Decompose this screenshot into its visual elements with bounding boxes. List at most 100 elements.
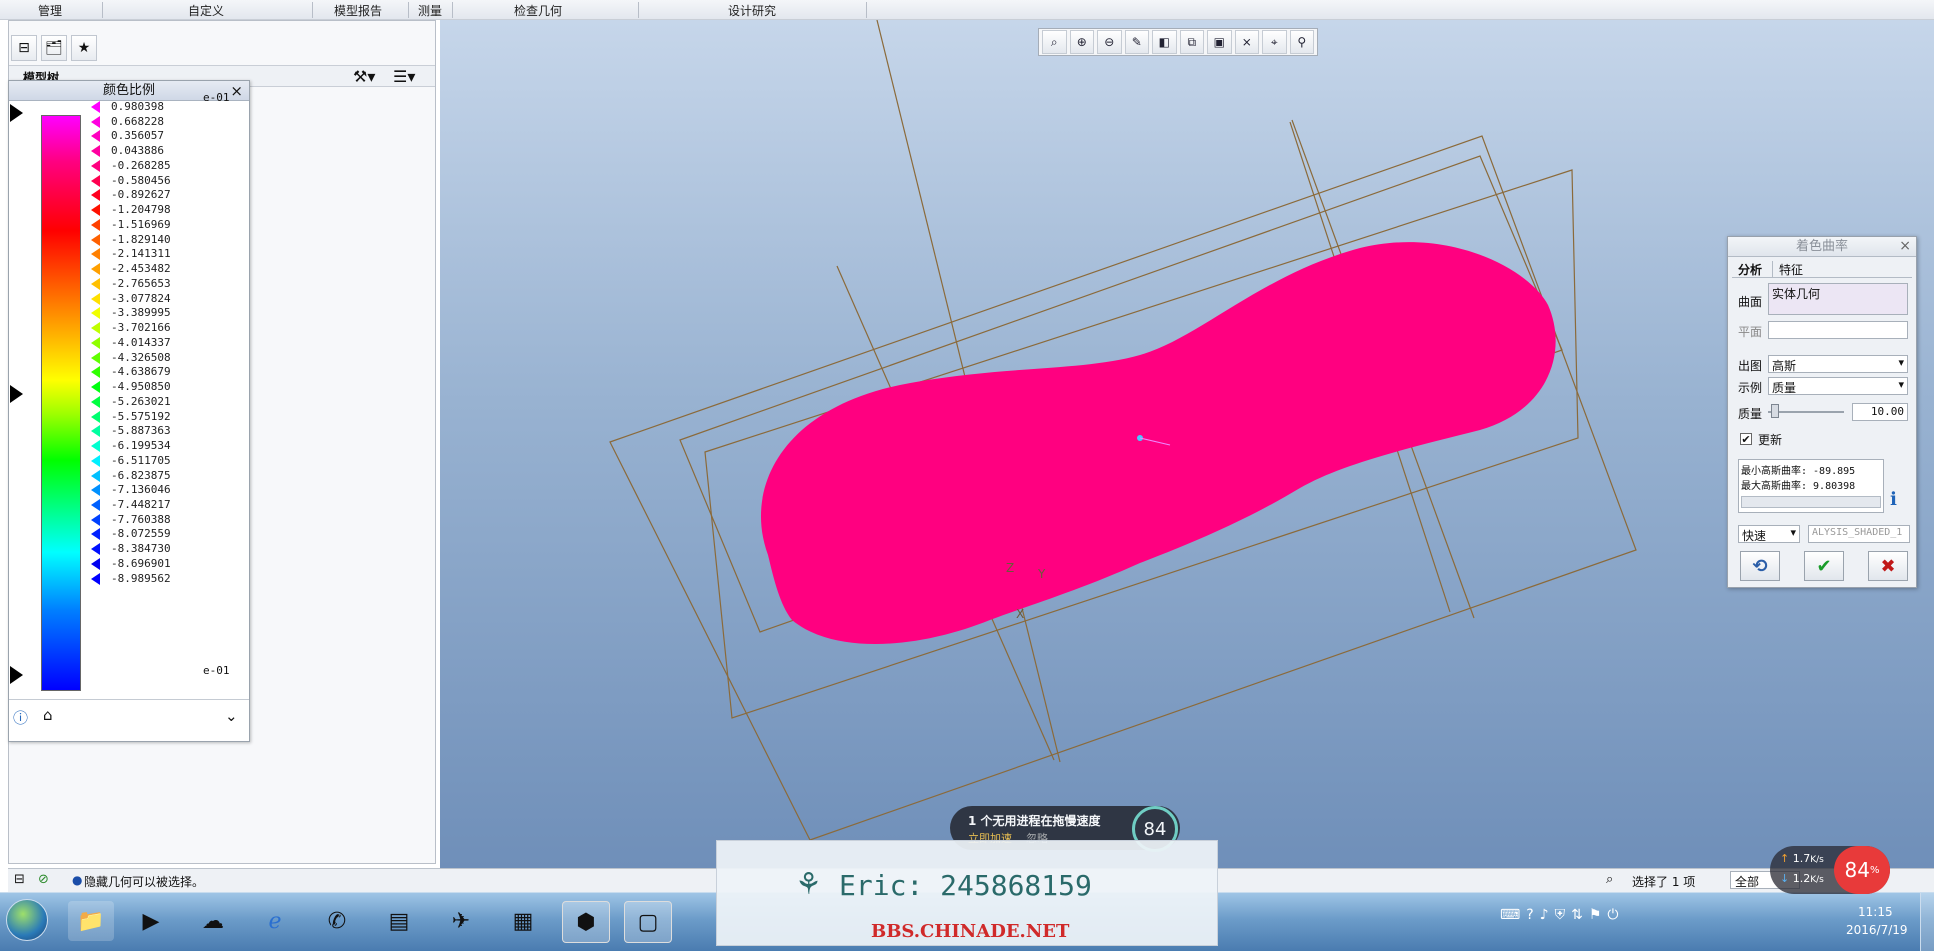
color-scale-tick[interactable] (91, 469, 100, 482)
results-scrollbar[interactable] (1741, 496, 1881, 508)
clock-time[interactable]: 11:15 (1858, 905, 1893, 919)
color-scale-tick[interactable] (91, 528, 100, 541)
ribbon-tab-customize[interactable]: 自定义 (188, 2, 224, 19)
favorites-tab-icon[interactable]: ★ (71, 35, 97, 61)
color-scale-tick[interactable] (91, 381, 100, 394)
tray-network-icon[interactable]: ⇅ (1571, 907, 1583, 923)
model-tree-tab-icon[interactable]: ⊟ (11, 35, 37, 61)
close-icon[interactable]: × (1899, 238, 1911, 254)
tab-analysis[interactable]: 分析 (1738, 261, 1762, 278)
find-icon[interactable]: ⌕ (1606, 872, 1613, 887)
window-app-icon[interactable]: ▢ (624, 901, 672, 943)
graphics-viewport[interactable]: Z Y X (440, 20, 1934, 868)
plane-collector[interactable] (1768, 321, 1908, 339)
annotation-icon[interactable]: ⚲ (1289, 30, 1314, 54)
display-style-icon[interactable]: ◧ (1152, 30, 1177, 54)
spin-center-icon[interactable]: ⌖ (1262, 30, 1287, 54)
cancel-button[interactable]: ✖ (1868, 551, 1908, 581)
upper-limit-marker[interactable] (10, 104, 23, 122)
quality-slider-track[interactable] (1768, 411, 1844, 413)
repeat-button[interactable]: ⟲ (1740, 551, 1780, 581)
color-scale-tick[interactable] (91, 498, 100, 511)
ie-browser-icon[interactable]: ℯ (252, 901, 298, 941)
zoom-out-icon[interactable]: ⊖ (1097, 30, 1122, 54)
color-scale-tick[interactable] (91, 189, 100, 202)
update-checkbox[interactable]: ✔ (1740, 433, 1752, 446)
tray-power-icon[interactable]: ⏻ (1607, 907, 1618, 923)
repaint-icon[interactable]: ✎ (1124, 30, 1149, 54)
show-options-icon[interactable]: ☰▾ (393, 67, 415, 86)
ribbon-tab-design-study[interactable]: 设计研究 (728, 2, 776, 19)
color-scale-tick[interactable] (91, 101, 100, 113)
tray-flag-icon[interactable]: ⚑ (1589, 907, 1602, 923)
view-manager-icon[interactable]: ▣ (1207, 30, 1232, 54)
color-scale-tick[interactable] (91, 410, 100, 423)
middle-marker[interactable] (10, 385, 23, 403)
color-scale-tick[interactable] (91, 322, 100, 335)
color-scale-tick[interactable] (91, 351, 100, 364)
saved-views-icon[interactable]: ⧉ (1179, 30, 1204, 54)
color-scale-tick[interactable] (91, 572, 100, 585)
color-scale-tick[interactable] (91, 130, 100, 143)
navigator-toggle-icon[interactable]: ⊟ (14, 872, 25, 887)
ribbon-tab-model-report[interactable]: 模型报告 (334, 2, 382, 19)
surface-collector[interactable]: 实体几何 (1768, 283, 1908, 315)
sample-dropdown[interactable]: 质量 (1768, 377, 1908, 395)
color-scale-tick[interactable] (91, 425, 100, 438)
ribbon-tab-inspect-geometry[interactable]: 检查几何 (514, 2, 562, 19)
color-scale-tick[interactable] (91, 159, 100, 172)
color-scale-tick[interactable] (91, 174, 100, 187)
color-scale-tick[interactable] (91, 115, 100, 128)
chat-app-icon[interactable]: ✆ (314, 901, 360, 941)
color-scale-tick[interactable] (91, 145, 100, 158)
datum-display-icon[interactable]: ⨯ (1234, 30, 1259, 54)
info-icon[interactable]: ⓘ (13, 707, 28, 728)
show-desktop-button[interactable] (1920, 893, 1934, 951)
folder-browser-tab-icon[interactable]: 🗂 (41, 35, 67, 61)
feature-name-input[interactable]: ALYSIS_SHADED_1 (1808, 525, 1910, 543)
color-scale-tick[interactable] (91, 557, 100, 570)
clock-date[interactable]: 2016/7/19 (1846, 923, 1908, 937)
close-icon[interactable]: × (230, 81, 243, 101)
color-scale-tick[interactable] (91, 277, 100, 290)
bird-app-icon[interactable]: ✈ (438, 901, 484, 941)
color-scale-tick[interactable] (91, 307, 100, 320)
tiles-app-icon[interactable]: ▦ (500, 901, 546, 941)
color-scale-tick[interactable] (91, 454, 100, 467)
expand-chevron-icon[interactable]: ⌄ (225, 707, 238, 725)
creo-app-icon[interactable]: ⬢ (562, 901, 610, 943)
mode-dropdown[interactable]: 快速 (1738, 525, 1800, 543)
color-scale-tick[interactable] (91, 484, 100, 497)
color-scale-tick[interactable] (91, 336, 100, 349)
color-scale-tick[interactable] (91, 263, 100, 276)
quality-input[interactable]: 10.00 (1852, 403, 1908, 421)
color-scale-tick[interactable] (91, 366, 100, 379)
archive-app-icon[interactable]: ▤ (376, 901, 422, 941)
color-scale-tick[interactable] (91, 395, 100, 408)
home-icon[interactable]: ⌂ (43, 706, 53, 724)
color-scale-tick[interactable] (91, 292, 100, 305)
plot-dropdown[interactable]: 高斯 (1768, 355, 1908, 373)
color-scale-tick[interactable] (91, 233, 100, 246)
tray-sound-icon[interactable]: ♪ (1540, 907, 1549, 923)
graphics-toggle-icon[interactable]: ⊘ (38, 872, 49, 887)
media-player-icon[interactable]: ▶ (128, 901, 174, 941)
network-speed-badge[interactable]: ↑ 1.7K/s ↓ 1.2K/s 84% (1770, 846, 1890, 894)
ribbon-tab-manage[interactable]: 管理 (38, 2, 62, 19)
tab-feature[interactable]: 特征 (1772, 261, 1803, 278)
ribbon-tab-measure[interactable]: 测量 (418, 2, 442, 19)
start-button[interactable] (6, 899, 48, 941)
tray-shield-icon[interactable]: ⛨ (1555, 907, 1566, 923)
ok-button[interactable]: ✔ (1804, 551, 1844, 581)
info-icon[interactable]: ℹ (1890, 489, 1897, 510)
settings-icon[interactable]: ⚒▾ (353, 67, 375, 86)
quality-slider-thumb[interactable] (1771, 404, 1780, 418)
zoom-in-icon[interactable]: ⊕ (1069, 30, 1094, 54)
color-scale-tick[interactable] (91, 204, 100, 217)
cloud-app-icon[interactable]: ☁ (190, 901, 236, 941)
tray-help-icon[interactable]: ? (1526, 907, 1533, 923)
refit-icon[interactable]: ⌕ (1042, 30, 1067, 54)
color-scale-tick[interactable] (91, 218, 100, 231)
tray-keyboard-icon[interactable]: ⌨ (1500, 907, 1520, 923)
color-scale-tick[interactable] (91, 440, 100, 453)
